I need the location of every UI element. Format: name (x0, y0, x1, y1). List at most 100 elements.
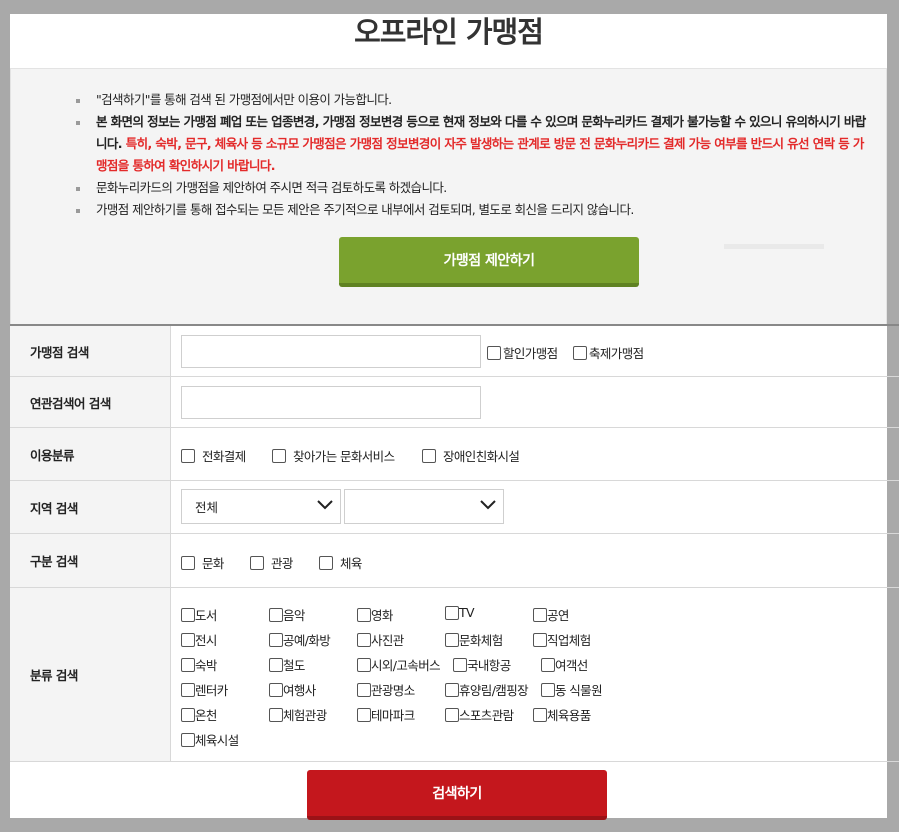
classification-option[interactable]: 영화 (357, 605, 393, 624)
classification-option[interactable]: 전시 (181, 630, 217, 649)
checkbox-icon[interactable] (181, 682, 195, 697)
notice-item: 문화누리카드의 가맹점을 제안하여 주시면 적극 검토하도록 하겠습니다. (76, 177, 871, 199)
classification-option[interactable]: 스포츠관람 (445, 705, 514, 724)
classification-option[interactable]: 휴양림/캠핑장 (445, 680, 529, 699)
checkbox-phone-payment[interactable]: 전화결제 (181, 446, 246, 465)
checkbox-label: 체육용품 (547, 708, 591, 723)
classification-option[interactable]: 테마파크 (357, 705, 415, 724)
checkbox-label: 렌터카 (195, 683, 228, 698)
suggest-store-button[interactable]: 가맹점 제안하기 (339, 237, 639, 287)
checkbox-disability-friendly[interactable]: 장애인친화시설 (422, 446, 520, 465)
checkbox-icon[interactable] (573, 345, 587, 360)
classification-option[interactable]: TV (445, 605, 475, 620)
row-label: 구분 검색 (10, 534, 171, 587)
classification-option[interactable]: 철도 (269, 655, 305, 674)
checkbox-label: 직업체험 (547, 633, 591, 648)
checkbox-label: 전화결제 (202, 449, 246, 464)
store-search-panel: 오프라인 가맹점 "검색하기"를 통해 검색 된 가맹점에서만 이용이 가능합니… (10, 14, 899, 820)
checkbox-label: 공연 (547, 608, 569, 623)
checkbox-label: 할인가맹점 (503, 346, 558, 361)
region-select-province[interactable]: 전체 (181, 489, 341, 524)
checkbox-icon[interactable] (181, 632, 195, 647)
checkbox-icon[interactable] (357, 657, 371, 672)
classification-option[interactable]: 시외/고속버스 (357, 655, 441, 674)
classification-option[interactable]: 렌터카 (181, 680, 228, 699)
classification-option[interactable]: 공연 (533, 605, 569, 624)
checkbox-icon[interactable] (541, 657, 555, 672)
checkbox-sports[interactable]: 체육 (319, 553, 362, 572)
classification-option[interactable]: 숙박 (181, 655, 217, 674)
search-form: 가맹점 검색 할인가맹점 축제가맹점 연관검색어 검색 이용분류 전화결제 찾아… (10, 324, 899, 762)
classification-option[interactable]: 체육용품 (533, 705, 591, 724)
checkbox-icon[interactable] (445, 605, 459, 620)
checkbox-icon[interactable] (357, 607, 371, 622)
checkbox-label: 체육 (340, 556, 362, 571)
region-select-city[interactable] (344, 489, 504, 524)
checkbox-label: 축제가맹점 (589, 346, 644, 361)
checkbox-icon[interactable] (272, 448, 286, 463)
classification-option[interactable]: 관광명소 (357, 680, 415, 699)
classification-option[interactable]: 온천 (181, 705, 217, 724)
checkbox-icon[interactable] (357, 632, 371, 647)
checkbox-icon[interactable] (181, 732, 195, 747)
checkbox-icon[interactable] (453, 657, 467, 672)
classification-option[interactable]: 체험관광 (269, 705, 327, 724)
classification-option[interactable]: 공예/화방 (269, 630, 331, 649)
classification-option[interactable]: 직업체험 (533, 630, 591, 649)
checkbox-icon[interactable] (181, 657, 195, 672)
checkbox-icon[interactable] (181, 448, 195, 463)
checkbox-icon[interactable] (269, 682, 283, 697)
classification-option[interactable]: 국내항공 (453, 655, 511, 674)
checkbox-icon[interactable] (445, 682, 459, 697)
classification-option[interactable]: 여객선 (541, 655, 588, 674)
checkbox-festival-store[interactable]: 축제가맹점 (573, 343, 644, 362)
checkbox-tourism[interactable]: 관광 (250, 553, 293, 572)
classification-option[interactable]: 음악 (269, 605, 305, 624)
checkbox-icon[interactable] (533, 707, 547, 722)
checkbox-icon[interactable] (181, 607, 195, 622)
checkbox-icon[interactable] (181, 707, 195, 722)
classification-option[interactable]: 사진관 (357, 630, 404, 649)
checkbox-icon[interactable] (269, 657, 283, 672)
row-related-search: 연관검색어 검색 (10, 377, 899, 428)
checkbox-label: 문화 (202, 556, 224, 571)
store-search-input[interactable] (181, 335, 481, 368)
classification-option[interactable]: 여행사 (269, 680, 316, 699)
checkbox-icon[interactable] (422, 448, 436, 463)
search-button[interactable]: 검색하기 (307, 770, 607, 820)
checkbox-discount-store[interactable]: 할인가맹점 (487, 343, 558, 362)
checkbox-icon[interactable] (319, 555, 333, 570)
checkbox-label: 장애인친화시설 (443, 449, 520, 464)
checkbox-label: TV (459, 605, 475, 620)
classification-option[interactable]: 체육시설 (181, 730, 239, 749)
checkbox-visiting-service[interactable]: 찾아가는 문화서비스 (272, 446, 395, 465)
checkbox-label: 음악 (283, 608, 305, 623)
checkbox-label: 찾아가는 문화서비스 (293, 449, 395, 464)
checkbox-icon[interactable] (357, 682, 371, 697)
checkbox-icon[interactable] (533, 607, 547, 622)
checkbox-icon[interactable] (357, 707, 371, 722)
checkbox-icon[interactable] (445, 707, 459, 722)
classification-option[interactable]: 도서 (181, 605, 217, 624)
checkbox-icon[interactable] (445, 632, 459, 647)
checkbox-label: 도서 (195, 608, 217, 623)
checkbox-label: 전시 (195, 633, 217, 648)
checkbox-label: 여객선 (555, 658, 588, 673)
checkbox-label: 여행사 (283, 683, 316, 698)
checkbox-icon[interactable] (269, 607, 283, 622)
classification-option[interactable]: 문화체험 (445, 630, 503, 649)
checkbox-icon[interactable] (487, 345, 501, 360)
checkbox-icon[interactable] (269, 707, 283, 722)
checkbox-label: 숙박 (195, 658, 217, 673)
checkbox-icon[interactable] (269, 632, 283, 647)
checkbox-icon[interactable] (181, 555, 195, 570)
row-label: 지역 검색 (10, 481, 171, 533)
checkbox-icon[interactable] (533, 632, 547, 647)
related-search-input[interactable] (181, 386, 481, 419)
checkbox-culture[interactable]: 문화 (181, 553, 224, 572)
checkbox-icon[interactable] (250, 555, 264, 570)
classification-option[interactable]: 동 식물원 (541, 680, 603, 699)
checkbox-label: 체육시설 (195, 733, 239, 748)
row-field: 할인가맹점 축제가맹점 (171, 326, 899, 376)
checkbox-icon[interactable] (541, 682, 555, 697)
